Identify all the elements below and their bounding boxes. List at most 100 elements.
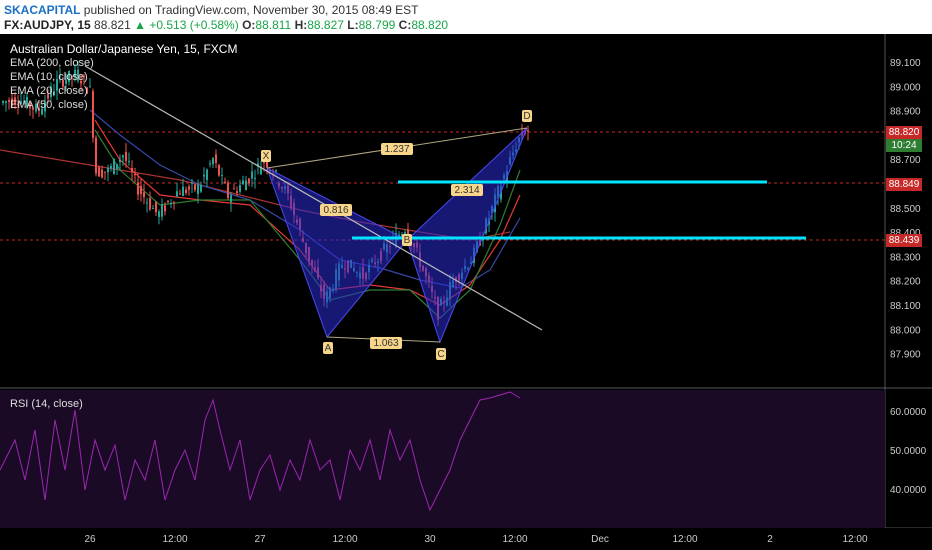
- high-value: 88.827: [307, 18, 344, 32]
- time-tick: 2: [767, 534, 773, 545]
- ratio-label: 1.063: [373, 338, 398, 349]
- candle-body: [131, 167, 133, 172]
- time-tick: 12:00: [672, 534, 697, 545]
- price-tick: 88.700: [890, 155, 921, 166]
- candle-body: [140, 186, 142, 194]
- time-tick: Dec: [591, 534, 609, 545]
- rsi-pane: [0, 390, 885, 528]
- candle-body: [245, 180, 247, 191]
- chart-title: Australian Dollar/Japanese Yen, 15, FXCM: [10, 42, 238, 56]
- candle-body: [158, 211, 160, 218]
- pattern-point-label: D: [523, 111, 530, 122]
- candle-body: [233, 188, 235, 190]
- candle-body: [197, 185, 199, 195]
- rsi-label[interactable]: RSI (14, close): [10, 398, 83, 410]
- candle-body: [263, 161, 265, 163]
- legend-ema20[interactable]: EMA (20, close): [10, 84, 237, 98]
- price-tick: 89.100: [890, 58, 921, 69]
- candle-body: [107, 167, 109, 173]
- candle-body: [275, 170, 277, 172]
- candle-body: [227, 182, 229, 198]
- ratio-label: 2.314: [454, 185, 479, 196]
- candle-body: [152, 208, 154, 210]
- candle-body: [128, 161, 130, 163]
- symbol-label[interactable]: FX:AUDJPY, 15: [4, 18, 91, 32]
- close-value: 88.820: [411, 18, 449, 32]
- price-tick: 88.500: [890, 204, 921, 215]
- candle-body: [185, 189, 187, 194]
- candle-body: [170, 202, 172, 204]
- header: SKACAPITAL published on TradingView.com,…: [0, 0, 932, 34]
- candle-body: [122, 155, 124, 158]
- price-tick: 89.000: [890, 82, 921, 93]
- candle-body: [164, 205, 166, 212]
- candle-body: [248, 178, 250, 184]
- change-value: +0.513 (+0.58%): [149, 18, 239, 32]
- candle-body: [527, 130, 529, 132]
- time-tick: 26: [84, 534, 96, 545]
- level-a-tag: 88.849: [886, 178, 922, 191]
- ratio-label: 0.816: [323, 205, 348, 216]
- bar-timer-tag: 10:24: [886, 139, 922, 152]
- legend-ema10[interactable]: EMA (10, close): [10, 70, 237, 84]
- candle-body: [176, 191, 178, 197]
- pattern-point-label: B: [404, 235, 411, 246]
- candle-body: [110, 165, 112, 169]
- candle-body: [104, 171, 106, 173]
- candle-body: [149, 198, 151, 210]
- candle-body: [113, 158, 115, 175]
- close-label: C:: [398, 18, 412, 32]
- last-price: 88.821: [94, 18, 131, 32]
- time-tick: 12:00: [842, 534, 867, 545]
- candle-body: [95, 137, 97, 174]
- candle-body: [242, 180, 244, 185]
- rsi-tick: 60.0000: [890, 407, 927, 418]
- price-tick: 87.900: [890, 350, 921, 361]
- candle-body: [146, 202, 148, 204]
- rsi-tick: 40.0000: [890, 485, 927, 496]
- candle-body: [179, 193, 181, 195]
- up-arrow-icon: ▲: [134, 18, 146, 32]
- time-axis[interactable]: [0, 528, 932, 550]
- candle-body: [215, 154, 217, 163]
- legend-ema50[interactable]: EMA (50, close): [10, 98, 237, 112]
- pattern-point-label: X: [263, 151, 270, 162]
- candle-body: [209, 163, 211, 165]
- candle-body: [203, 174, 205, 177]
- candle-body: [239, 185, 241, 192]
- high-label: H:: [294, 18, 308, 32]
- pattern-point-label: A: [325, 343, 332, 354]
- publish-line: SKACAPITAL published on TradingView.com,…: [4, 3, 418, 17]
- candle-body: [119, 159, 121, 163]
- price-tick: 88.200: [890, 277, 921, 288]
- candle-body: [182, 186, 184, 196]
- ratio-label: 1.237: [384, 144, 409, 155]
- time-tick: 12:00: [162, 534, 187, 545]
- candle-body: [98, 167, 100, 177]
- candle-body: [230, 195, 232, 203]
- time-tick: 12:00: [332, 534, 357, 545]
- candle-body: [224, 181, 226, 184]
- candle-body: [116, 164, 118, 170]
- candle-body: [200, 184, 202, 192]
- candle-body: [212, 158, 214, 165]
- candle-body: [191, 182, 193, 184]
- brand-link[interactable]: SKACAPITAL: [4, 3, 80, 17]
- candle-body: [101, 169, 103, 178]
- legend-ema200[interactable]: EMA (200, close): [10, 56, 237, 70]
- candle-body: [5, 101, 7, 103]
- candle-body: [188, 186, 190, 190]
- candle-body: [173, 201, 175, 203]
- candle-body: [125, 151, 127, 162]
- price-tick: 88.300: [890, 252, 921, 263]
- candle-body: [134, 174, 136, 176]
- price-tick: 88.900: [890, 107, 921, 118]
- low-label: L:: [347, 18, 359, 32]
- candle-body: [254, 177, 256, 179]
- candle-body: [155, 201, 157, 213]
- rsi-tick: 50.0000: [890, 446, 927, 457]
- candle-body: [218, 164, 220, 176]
- low-value: 88.799: [358, 18, 396, 32]
- candle-body: [143, 192, 145, 198]
- quote-line: FX:AUDJPY, 15 88.821 ▲ +0.513 (+0.58%) O…: [4, 18, 448, 32]
